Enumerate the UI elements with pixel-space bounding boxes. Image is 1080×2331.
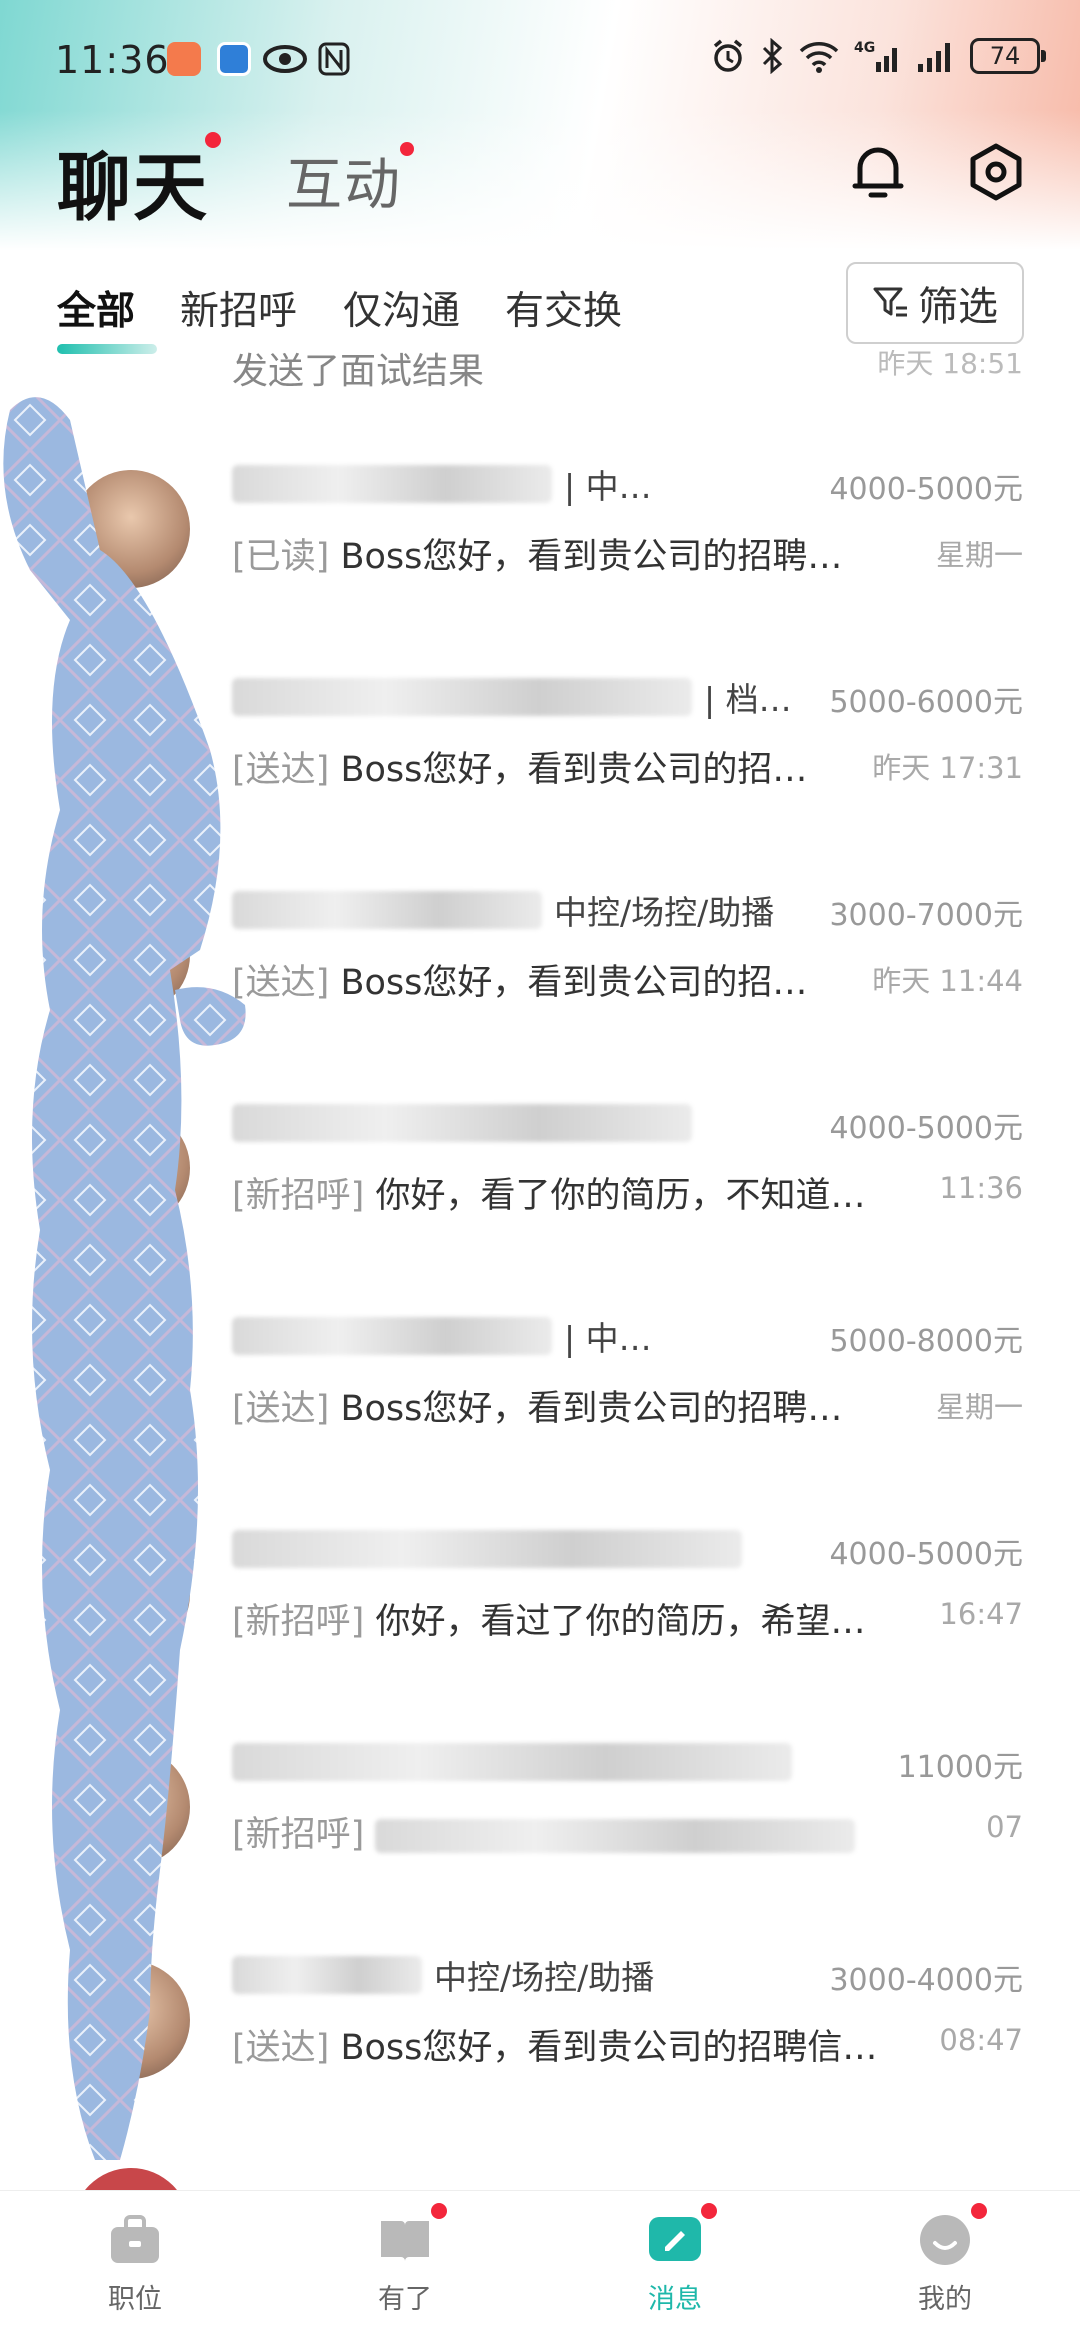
tab-interaction-label: 互动 — [286, 153, 402, 218]
nav-label: 有了 — [378, 2284, 432, 2315]
status-bar: 11:36 4G 74 — [0, 0, 1080, 120]
redacted-name — [232, 1530, 742, 1568]
svg-text:4G: 4G — [854, 40, 875, 56]
page-title-chat[interactable]: 聊天 — [57, 128, 221, 235]
nav-discover[interactable]: 有了 — [335, 2203, 475, 2316]
bell-icon[interactable] — [850, 142, 906, 202]
message-text: Boss您好，看到贵公司的招聘信… — [340, 2028, 878, 2068]
chat-row[interactable]: 11000元 [新招呼] 07 — [0, 1628, 1080, 1866]
bottom-nav: 职位 有了 消息 我的 — [0, 2190, 1080, 2331]
settings-icon[interactable] — [966, 142, 1026, 202]
notification-dot — [971, 2203, 987, 2219]
contact-line: | 中… — [232, 462, 812, 506]
avatar — [72, 2168, 190, 2190]
salary: 4000-5000元 — [829, 1111, 1023, 1146]
redacted-name — [232, 1317, 552, 1355]
filter-tab-exchanged[interactable]: 有交换 — [505, 280, 622, 336]
job-title: | 档… — [704, 680, 792, 719]
briefcase-icon — [107, 2213, 163, 2267]
battery-indicator: 74 — [970, 38, 1046, 74]
filter-tab-new-greeting[interactable]: 新招呼 — [180, 280, 297, 336]
contact-line: 中控/场控/助播 — [232, 888, 812, 932]
4g-signal-icon: 4G — [854, 40, 897, 72]
message-time: 16:47 — [939, 1597, 1023, 1631]
job-title: | 中… — [564, 1319, 652, 1358]
filter-button-label: 筛选 — [918, 284, 998, 330]
message-time: 11:36 — [939, 1171, 1023, 1205]
salary: 11000元 — [897, 1750, 1023, 1785]
nav-label: 消息 — [648, 2284, 702, 2315]
notification-dot — [701, 2203, 717, 2219]
profile-icon — [917, 2203, 987, 2267]
job-title: | 中… — [564, 467, 652, 506]
chat-row[interactable]: 4000-5000元 [新招呼] 你好，看了你的简历，不知道… 11:36 — [0, 989, 1080, 1227]
avatar — [72, 1961, 190, 2079]
chat-row[interactable]: | 档… 5000-6000元 [送达] Boss您好，看到贵公司的招… 昨天 … — [0, 563, 1080, 801]
contact-line — [232, 1527, 812, 1571]
chat-row[interactable]: 中控/场控/助播 3000-4000元 [送达] Boss您好，看到贵公司的招聘… — [0, 1841, 1080, 2079]
salary: 4000-5000元 — [829, 1537, 1023, 1572]
eye-icon — [263, 45, 307, 73]
redacted-name — [232, 1743, 792, 1781]
salary: 3000-7000元 — [829, 898, 1023, 933]
bluetooth-icon — [762, 38, 783, 74]
redacted-name — [232, 678, 692, 716]
filter-icon — [873, 287, 907, 317]
status-icons: 4G 74 — [710, 38, 1046, 74]
notification-dot — [205, 132, 221, 148]
filter-tab-all[interactable]: 全部 — [57, 280, 158, 354]
nfc-icon — [318, 42, 350, 76]
redacted-name — [232, 1104, 692, 1142]
salary: 3000-4000元 — [829, 1963, 1023, 1998]
alarm-icon — [713, 39, 743, 72]
message-time: 08:47 — [939, 2023, 1023, 2057]
contact-line — [232, 1101, 812, 1145]
nav-label: 我的 — [918, 2284, 972, 2315]
app-notification-icon — [167, 42, 201, 76]
job-title: 中控/场控/助播 — [434, 1958, 655, 1997]
last-message: [送达] Boss您好，看到贵公司的招聘信… — [232, 2019, 902, 2070]
salary: 5000-8000元 — [829, 1324, 1023, 1359]
contact-line: 中控/场控/助播 — [232, 1953, 812, 1997]
salary: 4000-5000元 — [829, 472, 1023, 507]
redacted-name — [232, 1956, 422, 1994]
chat-row[interactable]: | 中… 5000-8000元 [送达] Boss您好，看到贵公司的招聘… 星期… — [0, 1202, 1080, 1440]
page-title-label: 聊天 — [57, 145, 209, 231]
message-time: 07 — [986, 1810, 1023, 1844]
filter-button[interactable]: 筛选 — [846, 262, 1024, 344]
status-time: 11:36 — [55, 38, 170, 82]
nav-jobs[interactable]: 职位 — [65, 2213, 205, 2316]
salary: 5000-6000元 — [829, 685, 1023, 720]
chat-list[interactable]: 发送了面试结果 昨天 18:51 | 中… 4000-5000元 [已读] Bo… — [0, 350, 1080, 2190]
contact-line: | 中… — [232, 1314, 812, 1358]
chat-row[interactable]: 4000-5000元 [新招呼] 你好，看过了你的简历，希望… 16:47 — [0, 1415, 1080, 1653]
notification-dot — [400, 142, 414, 156]
nav-profile[interactable]: 我的 — [875, 2203, 1015, 2316]
redacted-name — [232, 891, 542, 929]
contact-line: | 档… — [232, 675, 812, 719]
redacted-name — [232, 465, 552, 503]
wifi-icon — [799, 42, 839, 73]
chat-row[interactable]: | 中… 4000-5000元 [已读] Boss您好，看到贵公司的招聘… 星期… — [0, 350, 1080, 588]
app-notification-icon — [217, 42, 251, 76]
signal-icon — [918, 43, 950, 72]
notification-dot — [431, 2203, 447, 2219]
nav-label: 职位 — [108, 2284, 162, 2315]
tab-interaction[interactable]: 互动 — [286, 140, 414, 221]
contact-line — [232, 1740, 812, 1784]
nav-messages[interactable]: 消息 — [605, 2203, 745, 2316]
job-title: 中控/场控/助播 — [554, 893, 775, 932]
book-icon — [377, 2203, 447, 2267]
message-status: [送达] — [232, 2028, 330, 2068]
message-icon — [647, 2203, 717, 2267]
chat-row[interactable]: 中控/场控/助播 3000-7000元 [送达] Boss您好，看到贵公司的招…… — [0, 776, 1080, 1014]
filter-tab-chat-only[interactable]: 仅沟通 — [343, 280, 460, 336]
